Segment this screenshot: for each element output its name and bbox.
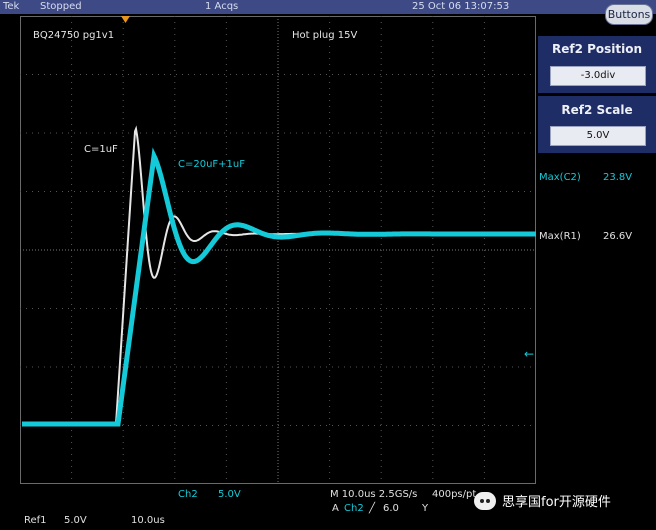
ref2-position-value[interactable]: -3.0div — [550, 66, 646, 86]
plot-label-left: BQ24750 pg1v1 — [33, 30, 114, 41]
brand-label: Tek — [3, 1, 20, 12]
acquisition-count: 1 Acqs — [205, 1, 239, 12]
trigger-slope-icon: ╱ — [369, 503, 376, 514]
trigger-level: 6.0 — [383, 503, 399, 514]
measurement-name-c2: Max(C2) — [539, 172, 581, 183]
ref2-position-panel[interactable]: Ref2 Position -3.0div — [538, 36, 656, 93]
status-bar: Tek Stopped 1 Acqs 25 Oct 06 13:07:53 — [0, 0, 656, 14]
trigger-y-label: Y — [422, 503, 429, 514]
watermark-text: 思享国for开源硬件 — [502, 495, 611, 510]
ref1-scale: 5.0V — [64, 515, 87, 526]
trace-white-label: C=1uF — [84, 144, 118, 155]
trace-ch2-cyan — [22, 147, 536, 427]
graticule — [20, 16, 536, 484]
record-length: 400ps/pt — [432, 489, 477, 500]
ref2-position-title: Ref2 Position — [551, 42, 643, 56]
trace-ref1-white — [22, 125, 536, 425]
ref2-scale-value[interactable]: 5.0V — [550, 126, 646, 146]
ref1-time: 10.0us — [131, 515, 165, 526]
trigger-position-marker — [121, 16, 130, 23]
trigger-channel: Ch2 — [344, 503, 364, 514]
ref2-scale-title: Ref2 Scale — [561, 103, 633, 117]
measurement-name-r1: Max(R1) — [539, 231, 581, 242]
waveform-display: BQ24750 pg1v1 Hot plug 15V C=1uF C=20uF+… — [20, 16, 536, 484]
measurement-value-c2: 23.8V — [603, 172, 633, 183]
ref2-scale-panel[interactable]: Ref2 Scale 5.0V — [538, 96, 656, 153]
ch2-label: Ch2 — [178, 489, 198, 500]
ch2-scale: 5.0V — [218, 489, 241, 500]
timebase: M 10.0us 2.5GS/s — [330, 489, 418, 500]
date-time: 25 Oct 06 13:07:53 — [412, 1, 510, 12]
wechat-icon — [474, 491, 496, 510]
trigger-level-arrow-icon: ← — [524, 347, 534, 361]
watermark: 思享国for开源硬件 — [474, 491, 611, 510]
acquisition-state: Stopped — [40, 1, 82, 12]
trigger-source: A — [332, 503, 339, 514]
buttons-button[interactable]: Buttons — [605, 4, 653, 25]
ref1-label: Ref1 — [24, 515, 47, 526]
trace-cyan-label: C=20uF+1uF — [178, 159, 245, 170]
measurement-value-r1: 26.6V — [603, 231, 633, 242]
plot-label-right: Hot plug 15V — [292, 30, 357, 41]
